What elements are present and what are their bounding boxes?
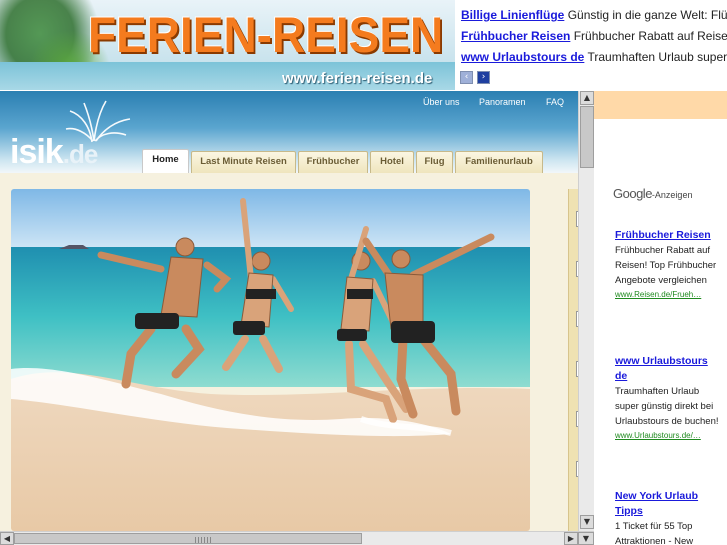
logo-tld: .de — [62, 139, 99, 169]
vertical-scroll-thumb[interactable] — [580, 106, 594, 168]
logo-main: isik — [10, 133, 64, 171]
content-area — [0, 173, 580, 531]
google-ad-3-title[interactable]: New York Urlaub Tipps — [615, 489, 721, 519]
top-ad-1: Billige Linienflüge Günstig in die ganze… — [461, 8, 727, 22]
tab-familienurlaub[interactable]: Familienurlaub — [455, 151, 543, 173]
banner-title: FERIEN-REISEN — [88, 7, 444, 63]
ads-prev-button[interactable]: ‹ — [460, 71, 473, 84]
beach-photo — [11, 189, 530, 531]
frame-vertical-scrollbar[interactable]: ▲ ▼ — [578, 91, 594, 531]
google-ad-1-title[interactable]: Frühbucher Reisen — [615, 228, 721, 243]
nav-faq[interactable]: FAQ — [546, 97, 564, 107]
top-text-ads: Billige Linienflüge Günstig in die ganze… — [455, 0, 727, 90]
top-ad-1-link[interactable]: Billige Linienflüge — [461, 8, 564, 22]
google-ad-2-url[interactable]: www.Urlaubstours.de/… — [615, 429, 721, 442]
ads-next-button[interactable]: › — [477, 71, 490, 84]
frame-horizontal-scrollbar[interactable]: ◀ ▶ ▼ — [0, 531, 594, 545]
scroll-left-icon[interactable]: ◀ — [0, 532, 14, 545]
banner-url: www.ferien-reisen.de — [282, 70, 433, 87]
top-ad-2: Frühbucher Reisen Frühbucher Rabatt auf … — [461, 29, 727, 43]
google-ads-column: Google-Anzeigen Frühbucher Reisen Frühbu… — [594, 91, 727, 545]
google-ad-2-title[interactable]: www Urlaubstours de — [615, 354, 721, 384]
scroll-right-icon[interactable]: ▶ — [564, 532, 578, 545]
top-ad-3-text: Traumhaften Urlaub super g — [587, 50, 727, 64]
google-brand: Google — [613, 186, 652, 201]
top-ad-2-link[interactable]: Frühbucher Reisen — [461, 29, 570, 43]
top-ad-3: www Urlaubstours de Traumhaften Urlaub s… — [461, 50, 727, 64]
tab-hotel[interactable]: Hotel — [370, 151, 414, 173]
nav-ueber-uns[interactable]: Über uns — [423, 97, 460, 107]
google-ad-1-desc: Frühbucher Rabatt auf Reisen! Top Frühbu… — [615, 245, 717, 286]
scroll-down-icon-corner[interactable]: ▼ — [578, 532, 594, 545]
google-ad-2-desc: Traumhaften Urlaub super günstig direkt … — [615, 386, 719, 427]
tab-fruehbucher[interactable]: Frühbucher — [298, 151, 368, 173]
site-header: isik.de Über uns Panoramen FAQ Home Last… — [0, 91, 580, 173]
right-column-header — [594, 91, 727, 119]
site-frame: isik.de Über uns Panoramen FAQ Home Last… — [0, 91, 580, 531]
google-suffix: -Anzeigen — [651, 190, 693, 200]
top-ad-2-text: Frühbucher Rabatt auf Reisen — [573, 29, 727, 43]
scroll-down-icon[interactable]: ▼ — [580, 515, 594, 529]
google-ads-label[interactable]: Google-Anzeigen — [613, 186, 692, 201]
top-ad-1-text: Günstig in die ganze Welt: Flü — [567, 8, 727, 22]
horizontal-scroll-thumb[interactable] — [14, 533, 362, 544]
nav-panoramen[interactable]: Panoramen — [479, 97, 526, 107]
google-ad-3: New York Urlaub Tipps 1 Ticket für 55 To… — [615, 489, 721, 545]
tab-home[interactable]: Home — [142, 149, 189, 173]
google-ad-2: www Urlaubstours de Traumhaften Urlaub s… — [615, 354, 721, 442]
site-logo[interactable]: isik.de — [10, 133, 99, 172]
google-ad-3-desc: 1 Ticket für 55 Top Attraktionen - New — [615, 521, 694, 545]
top-ad-3-link[interactable]: www Urlaubstours de — [461, 50, 584, 64]
tab-last-minute[interactable]: Last Minute Reisen — [191, 151, 296, 173]
ferien-reisen-banner[interactable]: FERIEN-REISEN www.ferien-reisen.de — [0, 0, 455, 90]
scroll-grip — [195, 537, 211, 543]
google-ad-1-url[interactable]: www.Reisen.de/Frueh… — [615, 288, 721, 301]
scroll-up-icon[interactable]: ▲ — [580, 91, 594, 105]
google-ad-1: Frühbucher Reisen Frühbucher Rabatt auf … — [615, 228, 721, 301]
tab-flug[interactable]: Flug — [416, 151, 453, 173]
